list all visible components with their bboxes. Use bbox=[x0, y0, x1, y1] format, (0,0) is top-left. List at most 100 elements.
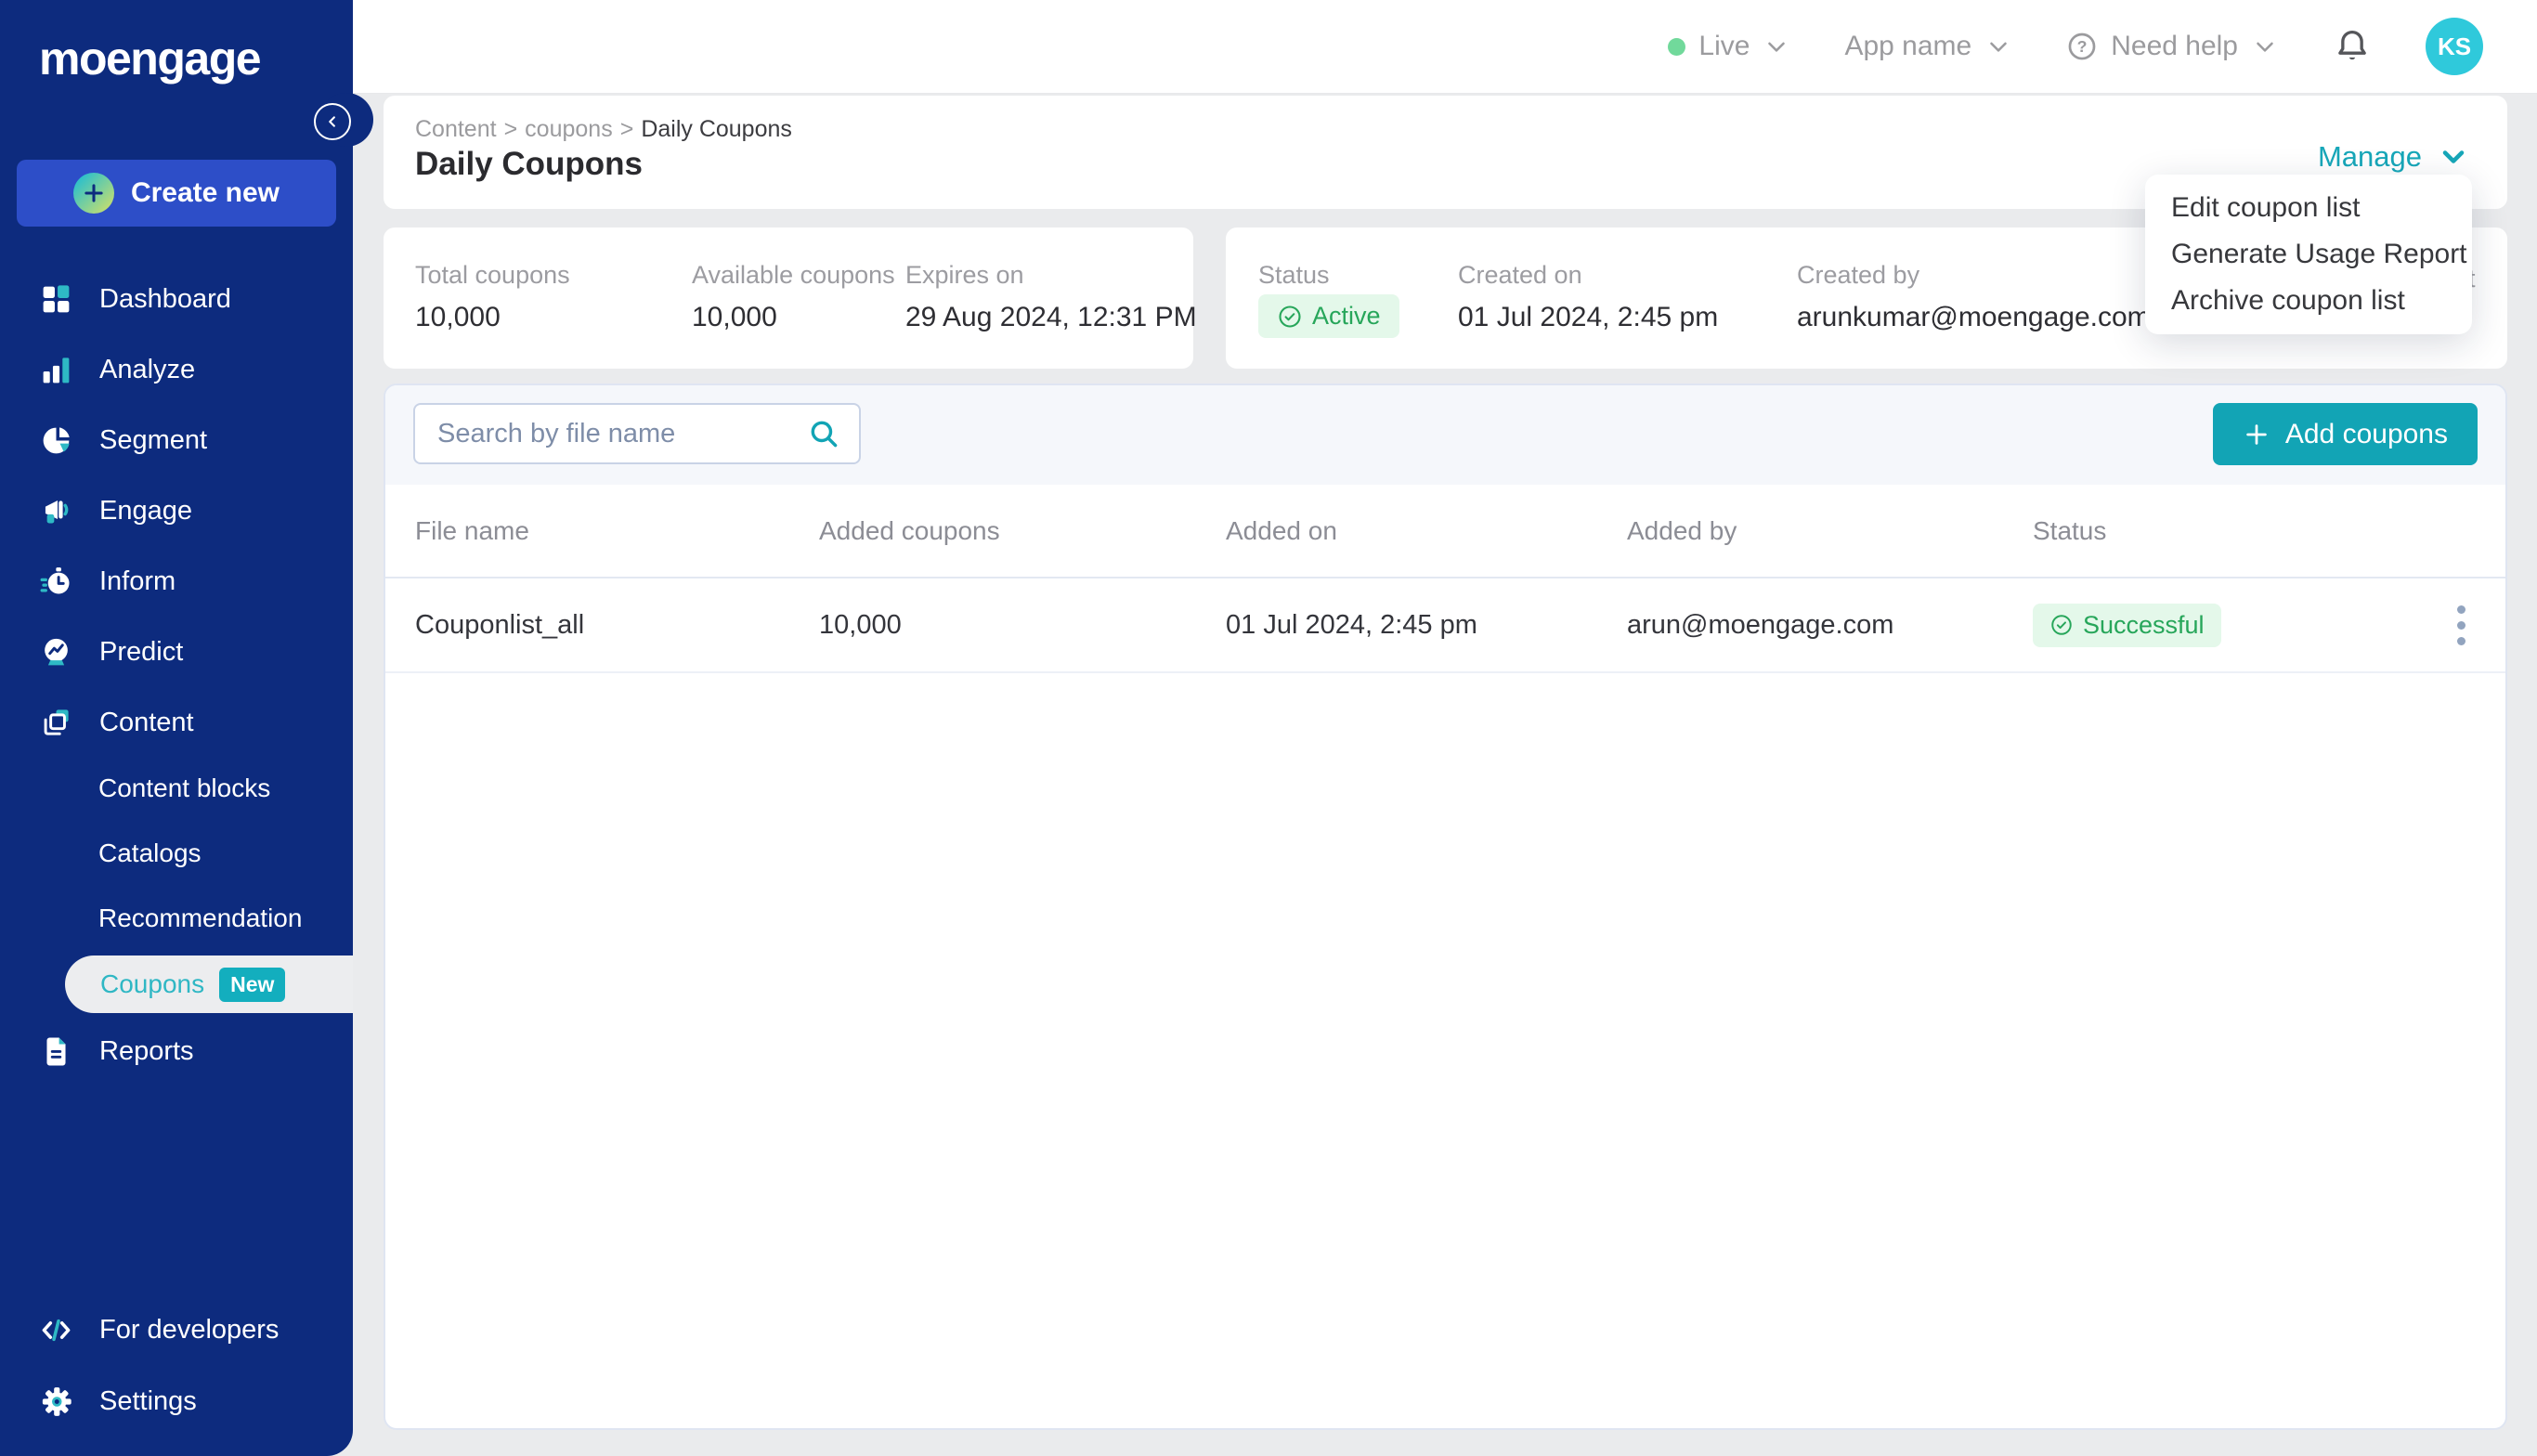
sidebar-item-label: Inform bbox=[99, 566, 176, 597]
sidebar-item-content[interactable]: Content bbox=[0, 687, 353, 758]
breadcrumb-separator: > bbox=[504, 116, 518, 143]
column-header-status: Status bbox=[2033, 516, 2416, 546]
sidebar-subitem-label: Content blocks bbox=[98, 774, 270, 803]
coupon-summary-card: Total coupons 10,000 Available coupons 1… bbox=[384, 228, 1193, 369]
manage-dropdown-button[interactable]: Manage bbox=[2318, 140, 2470, 174]
sidebar-item-recommendation[interactable]: Recommendation bbox=[0, 886, 353, 951]
breadcrumb-coupons[interactable]: coupons bbox=[525, 116, 613, 143]
create-new-label: Create new bbox=[131, 177, 280, 209]
stat-value: 10,000 bbox=[692, 302, 777, 333]
app-name-selector[interactable]: App name bbox=[1844, 31, 2012, 62]
chevron-left-icon bbox=[322, 111, 343, 132]
sidebar-item-coupons-active[interactable]: Coupons New bbox=[65, 956, 353, 1013]
sidebar-item-predict[interactable]: Predict bbox=[0, 617, 353, 687]
manage-dropdown-menu: Edit coupon list Generate Usage Report A… bbox=[2145, 175, 2472, 334]
page-title: Daily Coupons bbox=[415, 146, 643, 183]
status-value: Active bbox=[1312, 302, 1381, 331]
segment-icon bbox=[39, 423, 73, 458]
need-help-label: Need help bbox=[2111, 31, 2238, 62]
sidebar-item-label: Predict bbox=[99, 637, 183, 668]
chevron-down-icon bbox=[1763, 32, 1790, 60]
moengage-logo[interactable]: moengage bbox=[39, 32, 260, 85]
sidebar-item-label: Dashboard bbox=[99, 284, 231, 315]
stat-label: Created by bbox=[1797, 261, 1919, 290]
stat-label: Status bbox=[1258, 261, 1330, 290]
coupons-label: Coupons bbox=[100, 969, 204, 999]
status-badge: Active bbox=[1258, 294, 1399, 338]
gear-icon bbox=[39, 1384, 73, 1419]
need-help-menu[interactable]: ? Need help bbox=[2066, 31, 2279, 62]
add-coupons-label: Add coupons bbox=[2285, 419, 2448, 450]
menu-item-archive-coupon-list[interactable]: Archive coupon list bbox=[2171, 280, 2472, 322]
avatar-initials: KS bbox=[2438, 32, 2471, 61]
sidebar-subitem-label: Recommendation bbox=[98, 904, 302, 933]
top-bar: Live App name ? Need help KS bbox=[353, 0, 2537, 94]
cell-file-name: Couponlist_all bbox=[385, 610, 819, 641]
coupon-files-panel: Add coupons File name Added coupons Adde… bbox=[384, 384, 2507, 1430]
chevron-down-icon bbox=[2251, 32, 2279, 60]
notifications-bell-icon[interactable] bbox=[2333, 27, 2372, 66]
sidebar-item-inform[interactable]: Inform bbox=[0, 546, 353, 617]
column-header-added-by: Added by bbox=[1627, 516, 2033, 546]
cell-added-coupons: 10,000 bbox=[819, 610, 1226, 641]
menu-item-edit-coupon-list[interactable]: Edit coupon list bbox=[2171, 187, 2472, 229]
sidebar-item-engage[interactable]: Engage bbox=[0, 475, 353, 546]
sidebar-item-content-blocks[interactable]: Content blocks bbox=[0, 756, 353, 821]
chevron-down-icon bbox=[1984, 32, 2012, 60]
analyze-icon bbox=[39, 353, 73, 387]
plus-icon bbox=[73, 173, 114, 214]
live-status-dot bbox=[1668, 38, 1685, 56]
search-icon[interactable] bbox=[807, 417, 840, 450]
menu-item-generate-usage-report[interactable]: Generate Usage Report bbox=[2171, 233, 2472, 276]
row-actions-kebab-menu[interactable] bbox=[2452, 600, 2471, 651]
sidebar-item-dashboard[interactable]: Dashboard bbox=[0, 264, 353, 334]
check-circle-icon bbox=[1277, 304, 1303, 330]
breadcrumb: Content > coupons > Daily Coupons bbox=[415, 116, 792, 143]
app-name-label: App name bbox=[1844, 31, 1971, 62]
upload-status-label: Successful bbox=[2083, 611, 2205, 640]
search-box bbox=[413, 403, 861, 464]
add-coupons-button[interactable]: Add coupons bbox=[2213, 403, 2478, 465]
stat-label: Available coupons bbox=[692, 261, 895, 290]
column-header-added-coupons: Added coupons bbox=[819, 516, 1226, 546]
breadcrumb-separator: > bbox=[620, 116, 634, 143]
svg-text:?: ? bbox=[2077, 37, 2088, 56]
content-icon bbox=[39, 706, 73, 740]
sidebar-item-label: For developers bbox=[99, 1315, 279, 1346]
stat-value: arunkumar@moengage.com bbox=[1797, 302, 2151, 333]
table-toolbar: Add coupons bbox=[385, 385, 2505, 485]
stat-label: Total coupons bbox=[415, 261, 570, 290]
sidebar-item-settings[interactable]: Settings bbox=[0, 1366, 353, 1436]
sidebar-item-label: Reports bbox=[99, 1036, 194, 1067]
sidebar-item-for-developers[interactable]: For developers bbox=[0, 1294, 353, 1365]
environment-selector[interactable]: Live bbox=[1668, 31, 1790, 62]
code-icon bbox=[39, 1313, 73, 1347]
check-circle-icon bbox=[2049, 613, 2074, 637]
sidebar: moengage Create new Dashboard Analyze bbox=[0, 0, 353, 1456]
dashboard-icon bbox=[39, 282, 73, 317]
breadcrumb-current: Daily Coupons bbox=[641, 116, 792, 143]
sidebar-item-label: Content bbox=[99, 708, 194, 738]
sidebar-item-analyze[interactable]: Analyze bbox=[0, 334, 353, 405]
reports-document-icon bbox=[39, 1034, 73, 1069]
help-icon: ? bbox=[2066, 31, 2098, 62]
sidebar-item-catalogs[interactable]: Catalogs bbox=[0, 821, 353, 886]
sidebar-item-label: Settings bbox=[99, 1386, 197, 1417]
manage-label: Manage bbox=[2318, 140, 2422, 174]
cell-added-by: arun@moengage.com bbox=[1627, 610, 2033, 641]
sidebar-collapse-button[interactable] bbox=[314, 103, 351, 140]
upload-status-badge: Successful bbox=[2033, 604, 2221, 647]
chevron-down-icon bbox=[2437, 140, 2470, 174]
sidebar-item-reports[interactable]: Reports bbox=[0, 1016, 353, 1086]
stat-value: 01 Jul 2024, 2:45 pm bbox=[1458, 302, 1718, 333]
sidebar-item-label: Engage bbox=[99, 496, 192, 526]
breadcrumb-content[interactable]: Content bbox=[415, 116, 497, 143]
user-avatar[interactable]: KS bbox=[2426, 18, 2483, 75]
search-input[interactable] bbox=[436, 418, 807, 450]
sidebar-item-segment[interactable]: Segment bbox=[0, 405, 353, 475]
daily-coupons-page: Live App name ? Need help KS moengage bbox=[0, 0, 2537, 1456]
sidebar-item-label: Analyze bbox=[99, 355, 195, 385]
table-header-row: File name Added coupons Added on Added b… bbox=[385, 485, 2505, 578]
sidebar-subitem-label: Catalogs bbox=[98, 838, 202, 868]
create-new-button[interactable]: Create new bbox=[17, 160, 336, 227]
